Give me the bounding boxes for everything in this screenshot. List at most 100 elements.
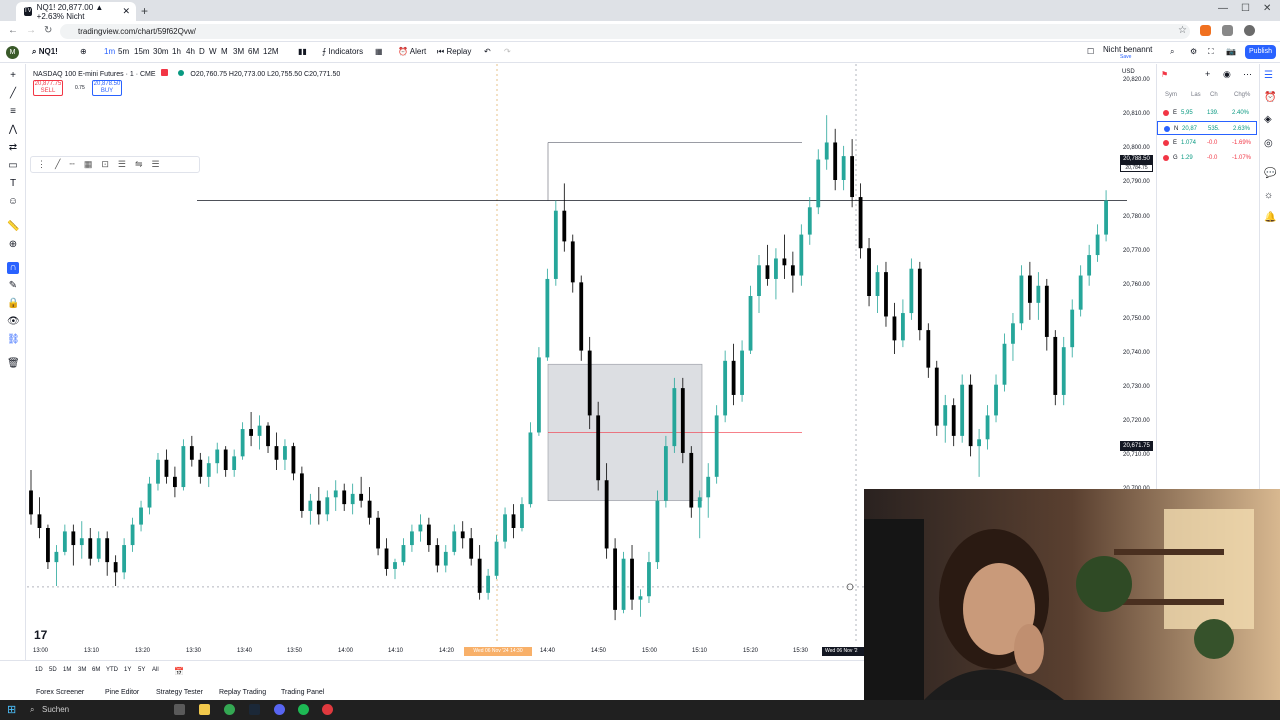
browser-tab[interactable]: TV NQ1! 20,877.00 ▲ +2.63% Nicht ✕ (16, 2, 136, 21)
more-icon[interactable]: ☰ (152, 159, 160, 170)
symbol-search[interactable]: ⌕ NQ1! (32, 47, 58, 57)
tf-m[interactable]: M (221, 47, 228, 56)
templates-icon[interactable]: ▦ (375, 47, 383, 56)
options-icon[interactable]: ⇋ (135, 159, 143, 170)
extension-icon[interactable] (1200, 25, 1211, 36)
publish-button[interactable]: Publish (1245, 45, 1276, 59)
undo-icon[interactable]: ↶ (484, 47, 491, 56)
back-icon[interactable]: ← (8, 25, 18, 36)
range-button[interactable]: 1Y (124, 667, 131, 673)
watchlist-row[interactable]: N 20,87 535. 2.63% (1157, 121, 1257, 135)
range-button[interactable]: 5Y (138, 667, 145, 673)
forward-icon[interactable]: → (26, 25, 36, 36)
camera-icon[interactable]: 📷 (1226, 47, 1236, 56)
tf-15m[interactable]: 15m (134, 47, 150, 56)
discord-icon[interactable] (274, 704, 285, 715)
tf-1h[interactable]: 1h (172, 47, 181, 56)
range-button[interactable]: 6M (92, 667, 100, 673)
watchlist-row[interactable]: E 1.074 -0.0 -1.69% (1157, 136, 1257, 150)
extensions-puzzle-icon[interactable] (1222, 25, 1233, 36)
close-tab-icon[interactable]: ✕ (122, 6, 130, 17)
fib-icon[interactable]: ≡ (7, 106, 19, 118)
new-tab-icon[interactable]: + (141, 4, 148, 18)
grid-icon[interactable]: ▦ (84, 159, 93, 170)
url-input[interactable]: tradingview.com/chart/59f62Qvw/ (60, 24, 1190, 39)
watchlist-row[interactable]: E 5,95 139. 2.40% (1157, 106, 1257, 120)
range-button[interactable]: 3M (78, 667, 86, 673)
replay-button[interactable]: ⏮ Replay (437, 47, 471, 57)
bottom-tab[interactable]: Replay Trading (219, 689, 266, 696)
add-watch-icon[interactable]: + (1205, 69, 1210, 79)
windows-start-icon[interactable]: ⊞ (7, 703, 16, 716)
indicators-button[interactable]: ⨍ Indicators (322, 47, 363, 56)
tf-4h[interactable]: 4h (186, 47, 195, 56)
tf-1m[interactable]: 1m (104, 47, 115, 56)
bookmark-star-icon[interactable]: ☆ (1178, 25, 1187, 36)
ruler-icon[interactable]: 📏 (7, 221, 19, 233)
pencil-lock-icon[interactable]: ✎ (7, 280, 19, 292)
reload-icon[interactable]: ↻ (44, 25, 52, 36)
line-color-icon[interactable]: ╱ (55, 159, 60, 170)
alert-button[interactable]: ⏰ Alert (398, 47, 426, 56)
tf-5m[interactable]: 5m (118, 47, 129, 56)
range-button[interactable]: 1M (63, 667, 71, 673)
lock-icon[interactable]: 🔒 (7, 298, 19, 310)
wl-header-last[interactable]: Las (1191, 88, 1201, 102)
search-icon[interactable]: ⌕ (1170, 47, 1174, 57)
watchlist-options-icon[interactable]: ◉ (1223, 69, 1231, 80)
tf-3m[interactable]: 3M (233, 47, 244, 56)
bottom-tab[interactable]: Strategy Tester (156, 689, 203, 696)
wl-header-chg[interactable]: Ch (1210, 88, 1218, 102)
chrome-icon[interactable] (224, 704, 235, 715)
layout-name-button[interactable]: Nicht benannt (1103, 45, 1152, 54)
range-button[interactable]: 5D (49, 667, 57, 673)
trendline-icon[interactable]: ╱ (7, 88, 19, 100)
tf-30m[interactable]: 30m (153, 47, 169, 56)
sell-button[interactable]: 20,877.75 SELL (33, 80, 63, 96)
watchlist-icon[interactable]: ☰ (1264, 70, 1273, 81)
text-icon[interactable]: T (7, 178, 19, 190)
tf-12m[interactable]: 12M (263, 47, 279, 56)
maximize-icon[interactable]: ☐ (1241, 3, 1250, 14)
goto-date-icon[interactable]: 📅 (174, 667, 184, 676)
range-button[interactable]: All (152, 667, 159, 673)
redo-icon[interactable]: ↷ (504, 47, 511, 56)
drag-handle-icon[interactable]: ⋮ (37, 159, 46, 170)
watchlist-flag-icon[interactable]: ⚑ (1161, 70, 1168, 79)
ideas-icon[interactable]: ☼ (1264, 190, 1273, 201)
shapes-icon[interactable]: ▭ (7, 160, 19, 172)
frame-icon[interactable]: ⊡ (101, 159, 109, 170)
minimize-icon[interactable]: — (1218, 3, 1228, 14)
list-icon[interactable]: ☰ (118, 159, 126, 170)
layout-icon[interactable]: ☐ (1087, 47, 1094, 56)
forecast-icon[interactable]: ⇄ (7, 142, 19, 154)
file-explorer-icon[interactable] (199, 704, 210, 715)
settings-icon[interactable]: ⚙ (1190, 47, 1197, 56)
magnet-icon[interactable]: ∩ (7, 262, 19, 274)
eye-icon[interactable]: 👁 (7, 316, 20, 328)
zoom-icon[interactable]: ⊕ (7, 239, 19, 251)
emoji-icon[interactable]: ☺ (7, 196, 19, 208)
bottom-tab[interactable]: Trading Panel (281, 689, 324, 696)
user-avatar[interactable]: M (6, 46, 19, 59)
close-window-icon[interactable]: ✕ (1263, 3, 1271, 14)
notifications-icon[interactable]: 🔔 (1264, 212, 1276, 223)
add-symbol-icon[interactable]: ⊕ (80, 47, 87, 56)
link-icon[interactable]: ⛓ (7, 334, 20, 346)
steam-icon[interactable] (249, 704, 260, 715)
bottom-tab[interactable]: Forex Screener (36, 689, 84, 696)
wl-header-pct[interactable]: Chg% (1234, 88, 1250, 102)
alerts-icon[interactable]: ⏰ (1264, 92, 1276, 103)
obs-icon[interactable] (322, 704, 333, 715)
task-view-icon[interactable] (174, 704, 185, 715)
tf-d[interactable]: D (199, 47, 205, 56)
range-button[interactable]: YTD (106, 667, 118, 673)
tf-6m[interactable]: 6M (248, 47, 259, 56)
line-style-icon[interactable]: ╌ (69, 159, 74, 170)
spotify-icon[interactable] (298, 704, 309, 715)
watchlist-row[interactable]: G 1.29 -0.0 -1.07% (1157, 151, 1257, 165)
pattern-icon[interactable]: ⋀ (7, 124, 19, 136)
candle-type-icon[interactable]: ▮▮ (298, 47, 307, 56)
profile-avatar[interactable] (1244, 25, 1255, 36)
crosshair-icon[interactable]: + (7, 70, 19, 82)
